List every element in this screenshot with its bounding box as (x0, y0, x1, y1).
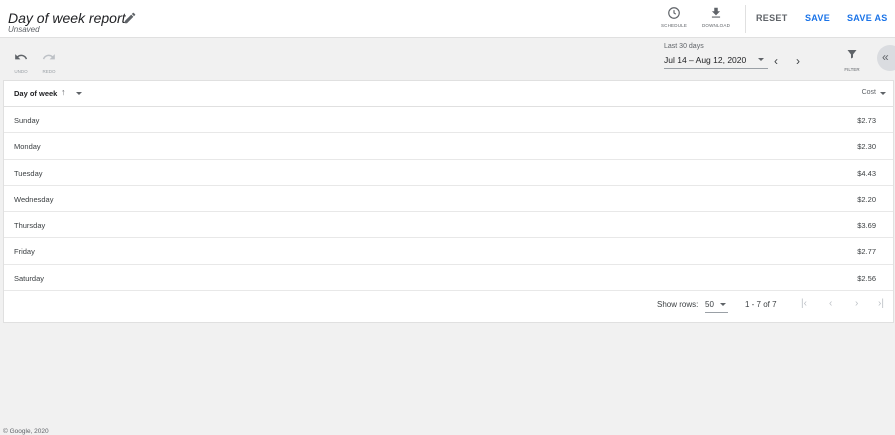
schedule-button[interactable]: SCHEDULE (654, 6, 694, 28)
chevron-down-icon[interactable] (758, 58, 764, 61)
undo-label: UNDO (14, 69, 28, 74)
report-toolbar: UNDO REDO Last 30 days Jul 14 – Aug 12, … (0, 39, 895, 79)
schedule-label: SCHEDULE (660, 23, 688, 28)
download-button[interactable]: DOWNLOAD (696, 6, 736, 28)
filter-label: FILTER (844, 67, 860, 72)
day-cell: Wednesday (14, 194, 54, 204)
page-range: 1 - 7 of 7 (745, 300, 777, 309)
cost-cell: $2.20 (857, 194, 876, 204)
download-icon (711, 7, 721, 18)
previous-period-icon[interactable]: ‹ (774, 54, 778, 68)
copyright: © Google, 2020 (3, 428, 49, 435)
report-app: Day of week report Unsaved SCHEDULE DOWN… (0, 0, 895, 435)
cost-cell: $2.56 (857, 273, 876, 283)
header-divider (745, 5, 746, 33)
first-page-icon[interactable]: |‹ (801, 298, 807, 309)
filter-icon (847, 50, 857, 59)
chevron-down-icon[interactable] (720, 303, 726, 306)
edit-title-icon[interactable] (123, 11, 137, 25)
previous-page-icon[interactable]: ‹ (829, 298, 832, 309)
column-menu-icon[interactable] (76, 92, 82, 95)
report-table: Day of week ↑ Cost Sunday $2.73 Monday $… (3, 80, 894, 323)
table-row: Sunday $2.73 (4, 107, 893, 134)
cost-cell: $3.69 (857, 221, 876, 231)
save-as-button[interactable]: SAVE AS (847, 13, 888, 23)
cost-cell: $2.73 (857, 116, 876, 125)
table-row: Friday $2.77 (4, 238, 893, 265)
table-row: Saturday $2.56 (4, 265, 893, 292)
next-period-icon[interactable]: › (796, 54, 800, 68)
cost-column-menu-icon[interactable] (880, 92, 886, 95)
cost-cell: $2.30 (857, 142, 876, 152)
redo-label: REDO (42, 69, 56, 74)
save-button[interactable]: SAVE (805, 13, 830, 23)
undo-icon (15, 54, 28, 60)
next-page-icon[interactable]: › (855, 298, 858, 309)
table-header: Day of week ↑ Cost (4, 81, 893, 107)
filter-button[interactable]: FILTER (842, 47, 862, 72)
rows-per-page-select[interactable]: 50 (705, 300, 714, 309)
cost-cell: $4.43 (857, 168, 876, 178)
day-cell: Thursday (14, 221, 46, 231)
undo-button[interactable]: UNDO (11, 50, 31, 74)
last-page-icon[interactable]: ›| (878, 298, 884, 309)
redo-button[interactable]: REDO (39, 50, 59, 74)
column-header-day[interactable]: Day of week (14, 89, 57, 98)
reset-button[interactable]: RESET (756, 13, 788, 23)
redo-icon (42, 54, 55, 60)
save-status: Unsaved (8, 25, 40, 34)
table-row: Tuesday $4.43 (4, 160, 893, 186)
day-cell: Sunday (14, 116, 40, 125)
day-cell: Saturday (14, 273, 45, 283)
day-cell: Friday (14, 247, 35, 257)
clock-icon (668, 7, 680, 19)
table-row: Thursday $3.69 (4, 212, 893, 239)
rows-select-underline (705, 312, 728, 313)
report-title: Day of week report (8, 10, 126, 26)
table-row: Wednesday $2.20 (4, 186, 893, 213)
date-range-underline (664, 68, 768, 69)
report-header: Day of week report Unsaved SCHEDULE DOWN… (0, 0, 895, 38)
date-preset-label: Last 30 days (664, 43, 704, 50)
sort-ascending-icon[interactable]: ↑ (61, 87, 66, 97)
download-label: DOWNLOAD (701, 23, 731, 28)
column-header-cost[interactable]: Cost (862, 89, 876, 96)
day-cell: Monday (14, 142, 41, 152)
collapse-panel-icon[interactable]: « (877, 45, 895, 71)
table-row: Monday $2.30 (4, 133, 893, 160)
show-rows-label: Show rows: (657, 300, 699, 309)
pagination-bar: Show rows: 50 1 - 7 of 7 |‹ ‹ › ›| (4, 290, 893, 322)
date-range-select[interactable]: Jul 14 – Aug 12, 2020 (664, 55, 746, 65)
day-cell: Tuesday (14, 168, 43, 178)
cost-cell: $2.77 (857, 247, 876, 257)
